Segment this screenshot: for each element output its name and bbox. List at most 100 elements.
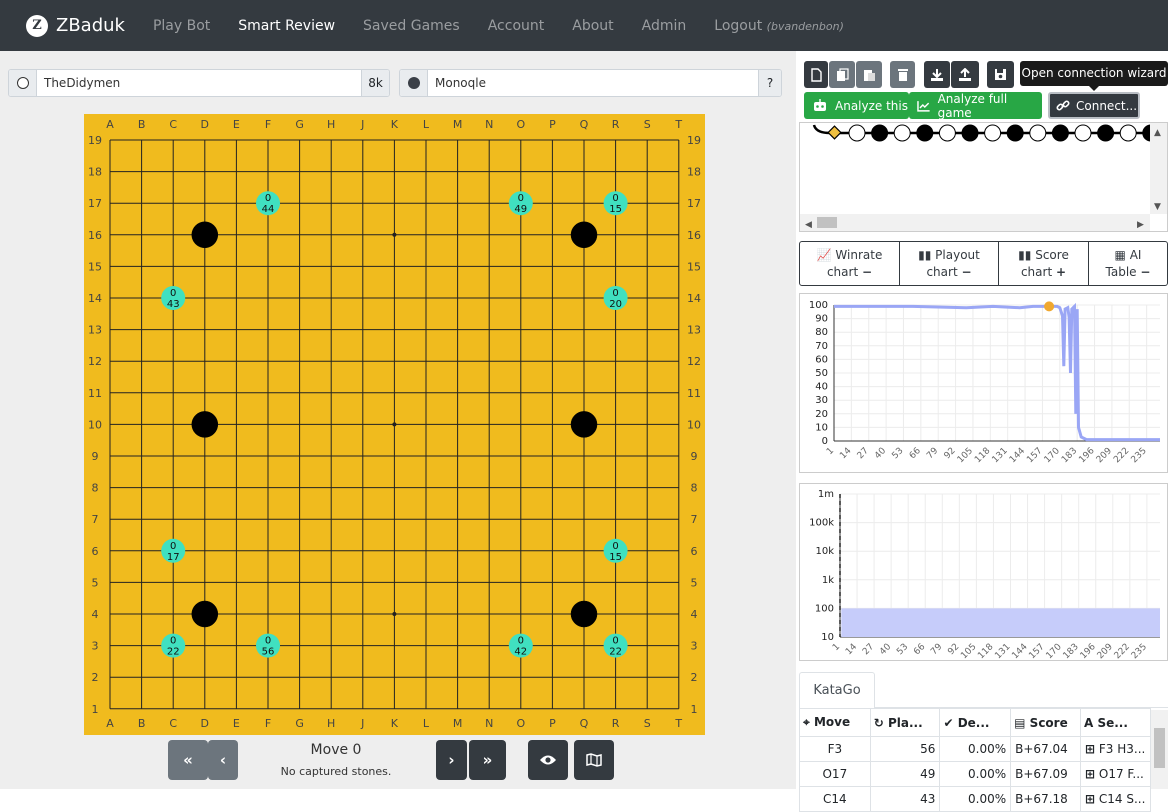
winrate-chart-canvas[interactable]: 10090807060504030201001 14 27 40 53 66 79 92105… bbox=[800, 294, 1167, 472]
stone-black[interactable] bbox=[570, 411, 598, 438]
x-tick-label: 222 bbox=[1112, 446, 1131, 465]
save-button[interactable] bbox=[987, 61, 1014, 88]
tree-move-node[interactable] bbox=[938, 124, 956, 142]
tab-playout-chart[interactable]: ▮▮ Playout chart − bbox=[900, 242, 999, 285]
col-label: G bbox=[295, 717, 304, 730]
col-score[interactable]: ▤ Score bbox=[1010, 708, 1081, 737]
table-row[interactable]: O17 49 0.00% B+67.09 ⊞ O17 F... bbox=[799, 761, 1152, 787]
winrate-chart[interactable]: 100 90 80 70 60 50 40 30 20 10 0 1 14 27 40 53 66 79 92 105… bbox=[799, 293, 1168, 473]
tree-move-node[interactable] bbox=[871, 124, 889, 142]
x-tick-label: 14 bbox=[844, 642, 859, 657]
go-board-canvas[interactable]: AABBCCDDEEFFGGHHJJKKLLMMNNOOPPQQRRSSTT19… bbox=[84, 114, 705, 735]
table-row[interactable]: C14 43 0.00% B+67.18 ⊞ C14 S... bbox=[799, 786, 1152, 812]
stone-black[interactable] bbox=[570, 221, 598, 249]
tab-winrate-chart[interactable]: 📈 Winrate chart − bbox=[800, 242, 900, 285]
stone-black[interactable] bbox=[191, 600, 219, 628]
delete-button[interactable] bbox=[890, 61, 915, 88]
brand[interactable]: Z ZBaduk bbox=[26, 14, 125, 37]
tab-ai-table[interactable]: ▦ AI Table − bbox=[1089, 242, 1167, 285]
col-label: E bbox=[233, 717, 240, 730]
plus-square-icon[interactable]: ⊞ bbox=[1085, 767, 1095, 781]
scroll-up-icon[interactable]: ▲ bbox=[1154, 128, 1161, 138]
save-icon bbox=[995, 69, 1006, 80]
last-move-button[interactable]: » bbox=[469, 740, 506, 780]
nav-admin[interactable]: Admin bbox=[642, 18, 687, 34]
nav-saved-games[interactable]: Saved Games bbox=[363, 18, 460, 34]
chart-toggles: 📈 Winrate chart − ▮▮ Playout chart − ▮▮ … bbox=[799, 241, 1168, 286]
col-playouts[interactable]: ↻ Pla... bbox=[869, 708, 941, 737]
next-move-button[interactable]: › bbox=[436, 740, 467, 780]
col-label: S bbox=[644, 118, 651, 131]
tree-move-node[interactable] bbox=[1097, 124, 1115, 142]
ai-table-scrollbar[interactable] bbox=[1151, 710, 1168, 789]
tree-move-node[interactable] bbox=[961, 124, 979, 142]
x-tick-label: 105 bbox=[956, 446, 975, 465]
row-label: 11 bbox=[88, 387, 102, 400]
eye-toggle-button[interactable] bbox=[528, 740, 568, 780]
white-player-name[interactable]: TheDidymen bbox=[37, 70, 361, 96]
connect-button[interactable]: Connect... bbox=[1048, 92, 1140, 119]
tree-move-node[interactable] bbox=[984, 124, 1002, 142]
stone-black[interactable] bbox=[570, 600, 598, 628]
tree-move-node[interactable] bbox=[1029, 124, 1047, 142]
nav-about[interactable]: About bbox=[572, 18, 613, 34]
stone-black[interactable] bbox=[191, 221, 219, 249]
plus-square-icon[interactable]: ⊞ bbox=[1085, 742, 1095, 756]
scroll-right-icon[interactable]: ▶ bbox=[1137, 220, 1144, 230]
col-label: P bbox=[549, 717, 556, 730]
first-move-button[interactable]: « bbox=[168, 740, 208, 780]
new-game-button[interactable] bbox=[804, 61, 828, 88]
map-toggle-button[interactable] bbox=[574, 740, 614, 780]
row-label: 1 bbox=[691, 703, 698, 716]
tree-move-node[interactable] bbox=[916, 124, 934, 142]
playout-chart-canvas[interactable]: 1m100k10k1k100101 14 27 40 53 66 79 92105118131… bbox=[800, 484, 1167, 661]
move-tree-panel[interactable]: ◀ ▶ ▲ ▼ bbox=[799, 122, 1168, 232]
nav-play-bot[interactable]: Play Bot bbox=[153, 18, 210, 34]
tree-scroll-thumb[interactable] bbox=[817, 217, 837, 228]
download-button[interactable] bbox=[924, 61, 950, 88]
row-label: 13 bbox=[687, 324, 701, 337]
prev-move-button[interactable]: ‹ bbox=[208, 740, 238, 780]
row-label: 6 bbox=[691, 545, 698, 558]
move-tree[interactable]: ◀ ▶ ▲ ▼ bbox=[800, 123, 1167, 231]
tab-katago[interactable]: KataGo bbox=[799, 672, 875, 708]
tree-root-node[interactable] bbox=[827, 125, 842, 140]
black-player-name[interactable]: Monoqle bbox=[428, 70, 758, 96]
y-tick-label: 1k bbox=[822, 575, 834, 586]
move-controls: « ‹ Move 0 No captured stones. › » bbox=[0, 740, 796, 782]
col-sequence[interactable]: A Se... bbox=[1079, 708, 1152, 737]
tab-score-chart[interactable]: ▮▮ Score chart + bbox=[999, 242, 1089, 285]
current-move-marker[interactable] bbox=[1044, 301, 1055, 312]
tree-move-node[interactable] bbox=[1074, 124, 1092, 142]
hint-top-label: 0 bbox=[265, 636, 271, 647]
hint-top-label: 0 bbox=[265, 193, 271, 204]
logout-label: Logout bbox=[714, 17, 763, 34]
row-label: 3 bbox=[92, 640, 99, 653]
playout-chart[interactable]: 1m 100k 10k 1k 100 10 1 14 27 40 53 66 79 92 105 118 131… bbox=[799, 483, 1168, 661]
stone-black[interactable] bbox=[191, 411, 219, 438]
nav-account[interactable]: Account bbox=[488, 18, 545, 34]
x-tick-label: 1 bbox=[831, 642, 842, 653]
scroll-down-icon[interactable]: ▼ bbox=[1154, 202, 1161, 212]
hint-bottom-label: 56 bbox=[262, 647, 275, 658]
analyze-this-button[interactable]: Analyze this bbox=[804, 92, 909, 119]
col-label: C bbox=[169, 717, 177, 730]
table-row[interactable]: F3 56 0.00% B+67.04 ⊞ F3 H3... bbox=[799, 736, 1152, 762]
col-move[interactable]: ⌖ Move bbox=[799, 708, 871, 737]
tree-move-node[interactable] bbox=[893, 124, 911, 142]
tree-move-node[interactable] bbox=[848, 124, 866, 142]
tree-move-node[interactable] bbox=[1119, 124, 1137, 142]
tree-move-node[interactable] bbox=[1006, 124, 1024, 142]
col-delta[interactable]: ✔ De... bbox=[939, 708, 1012, 737]
upload-button[interactable] bbox=[951, 61, 979, 88]
tree-scrollbar-h[interactable] bbox=[800, 214, 1150, 231]
paste-button[interactable] bbox=[856, 61, 882, 88]
plus-square-icon[interactable]: ⊞ bbox=[1085, 792, 1095, 806]
analyze-full-game-button[interactable]: Analyze full game bbox=[909, 92, 1042, 120]
copy-button[interactable] bbox=[829, 61, 855, 88]
nav-smart-review[interactable]: Smart Review bbox=[238, 18, 335, 34]
nav-logout[interactable]: Logout (bvandenbon) bbox=[714, 18, 844, 34]
scroll-left-icon[interactable]: ◀ bbox=[805, 220, 812, 230]
go-board[interactable]: A A B B C C D D E E F F G G H H J J K K L L M M N N O O P P Q Q R R S S T T 19… bbox=[84, 114, 705, 735]
tree-move-node[interactable] bbox=[1051, 124, 1069, 142]
